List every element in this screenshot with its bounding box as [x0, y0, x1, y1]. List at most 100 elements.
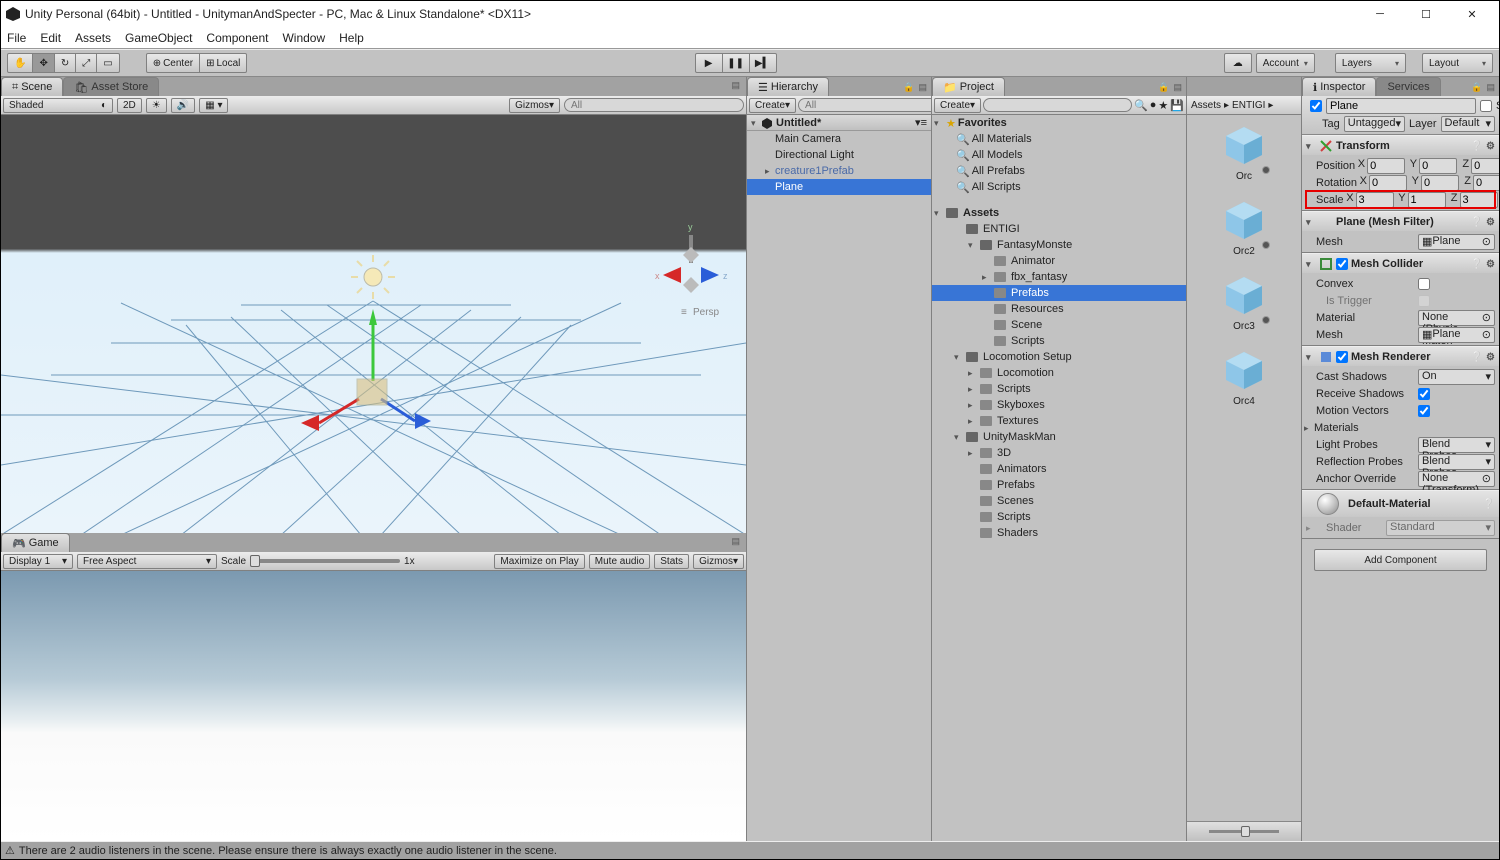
anchor-field[interactable]: None (Transform)⊙ [1418, 471, 1495, 487]
layers-dropdown[interactable]: Layers [1335, 53, 1406, 73]
services-tab[interactable]: Services [1376, 77, 1440, 96]
component-gear-icon[interactable] [1486, 216, 1495, 228]
scale-x[interactable] [1356, 192, 1394, 208]
panel-menu-icon[interactable] [918, 81, 927, 93]
fav-item[interactable]: 🔍All Prefabs [932, 163, 1186, 179]
asset-breadcrumb[interactable]: Assets▸ENTIGI▸ [1187, 96, 1301, 115]
receiveshadows-checkbox[interactable] [1418, 388, 1430, 400]
audio-toggle[interactable]: 🔊 [171, 98, 195, 113]
docs-icon[interactable] [1471, 351, 1483, 363]
docs-icon[interactable] [1471, 140, 1483, 152]
project-tree-item[interactable]: Animator [932, 253, 1186, 269]
asset-item[interactable]: Orc4 [1187, 346, 1301, 407]
menu-file[interactable]: File [7, 31, 26, 45]
pause-button[interactable]: ❚❚ [722, 53, 750, 73]
scale-slider[interactable] [250, 559, 400, 563]
collider-mesh-field[interactable]: ▦ Plane⊙ [1418, 327, 1495, 343]
rotation-z[interactable] [1473, 175, 1499, 191]
project-tree-item[interactable]: Locomotion [932, 365, 1186, 381]
hand-tool[interactable]: ✋ [7, 53, 33, 73]
fav-item[interactable]: 🔍All Materials [932, 131, 1186, 147]
search-filter-icon[interactable]: 🔍 [1134, 99, 1148, 112]
asset-item[interactable]: Orc3 [1187, 271, 1301, 332]
stats-toggle[interactable]: Stats [654, 554, 689, 569]
2d-toggle[interactable]: 2D [117, 98, 142, 113]
game-gizmos-dropdown[interactable]: Gizmos ▾ [693, 554, 744, 569]
menu-window[interactable]: Window [282, 31, 325, 45]
step-button[interactable]: ▶▍ [749, 53, 777, 73]
display-dropdown[interactable]: Display 1▾ [3, 554, 73, 569]
move-tool[interactable]: ✥ [32, 53, 54, 73]
project-tree-item[interactable]: FantasyMonste [932, 237, 1186, 253]
hierarchy-create[interactable]: Create ▾ [749, 98, 796, 113]
component-gear-icon[interactable] [1486, 258, 1495, 270]
menu-edit[interactable]: Edit [40, 31, 61, 45]
asset-item[interactable]: Orc [1187, 121, 1301, 182]
menu-help[interactable]: Help [339, 31, 364, 45]
project-tree-item[interactable]: Scripts [932, 381, 1186, 397]
motionvectors-checkbox[interactable] [1418, 405, 1430, 417]
scale-tool[interactable]: ⤢ [75, 53, 97, 73]
scene-tab[interactable]: ⌗Scene [1, 77, 63, 96]
castshadows-dropdown[interactable]: On▾ [1418, 369, 1495, 385]
save-search-icon[interactable]: 💾 [1170, 99, 1184, 112]
gizmos-dropdown[interactable]: Gizmos ▾ [509, 98, 560, 113]
hierarchy-item[interactable]: Main Camera [747, 131, 931, 147]
lock-icon[interactable] [1471, 81, 1482, 93]
asset-size-slider[interactable] [1209, 830, 1279, 833]
rotation-x[interactable] [1369, 175, 1407, 191]
project-tab[interactable]: 📁Project [932, 77, 1005, 96]
lightprobes-dropdown[interactable]: Blend Probes▾ [1418, 437, 1495, 453]
position-x[interactable] [1367, 158, 1405, 174]
lock-icon[interactable] [1158, 81, 1169, 93]
project-tree-item[interactable]: Skyboxes [932, 397, 1186, 413]
fx-toggle[interactable]: ▦ ▾ [199, 98, 228, 113]
shaded-dropdown[interactable]: Shaded◐ [3, 98, 113, 113]
scale-y[interactable] [1408, 192, 1446, 208]
lighting-toggle[interactable]: ☀ [146, 98, 167, 113]
hierarchy-tab[interactable]: ☰Hierarchy [747, 77, 829, 96]
fav-item[interactable]: 🔍All Scripts [932, 179, 1186, 195]
project-tree-item[interactable]: Scene [932, 317, 1186, 333]
minimize-button[interactable]: ─ [1357, 1, 1403, 27]
asset-store-tab[interactable]: 🛍Asset Store [63, 77, 159, 96]
project-tree-item[interactable]: Scenes [932, 493, 1186, 509]
project-tree-item[interactable]: Prefabs [932, 285, 1186, 301]
hierarchy-item-selected[interactable]: Plane [747, 179, 931, 195]
cloud-button[interactable]: ☁ [1224, 53, 1252, 73]
component-gear-icon[interactable] [1486, 140, 1495, 152]
position-y[interactable] [1419, 158, 1457, 174]
panel-menu-icon[interactable] [725, 77, 746, 96]
menu-gameobject[interactable]: GameObject [125, 31, 192, 45]
static-checkbox[interactable] [1480, 100, 1492, 112]
project-tree-item[interactable]: Scripts [932, 509, 1186, 525]
scale-z[interactable] [1460, 192, 1498, 208]
hierarchy-search[interactable] [798, 98, 944, 112]
docs-icon[interactable] [1483, 498, 1495, 510]
meshrenderer-enabled[interactable] [1336, 351, 1348, 363]
project-tree-item[interactable]: UnityMaskMan [932, 429, 1186, 445]
layout-dropdown[interactable]: Layout [1422, 53, 1493, 73]
menu-assets[interactable]: Assets [75, 31, 111, 45]
project-tree-item[interactable]: Animators [932, 461, 1186, 477]
project-search[interactable] [983, 98, 1132, 112]
hierarchy-item[interactable]: Directional Light [747, 147, 931, 163]
favorites-header[interactable]: ★Favorites [932, 115, 1186, 131]
project-tree-item[interactable]: ENTIGI [932, 221, 1186, 237]
filter-label-icon[interactable]: ★ [1158, 99, 1168, 112]
aspect-dropdown[interactable]: Free Aspect▾ [77, 554, 217, 569]
pivot-local-button[interactable]: ⊞Local [199, 53, 247, 73]
panel-menu-icon[interactable] [1486, 81, 1495, 93]
assets-header[interactable]: Assets [932, 205, 1186, 221]
project-tree-item[interactable]: Prefabs [932, 477, 1186, 493]
physic-material-field[interactable]: None (Physic Materi⊙ [1418, 310, 1495, 326]
mesh-field[interactable]: ▦ Plane⊙ [1418, 234, 1495, 250]
pivot-center-button[interactable]: ⊕Center [146, 53, 200, 73]
fav-item[interactable]: 🔍All Models [932, 147, 1186, 163]
project-tree-item[interactable]: fbx_fantasy [932, 269, 1186, 285]
game-view[interactable] [1, 571, 746, 841]
project-tree-item[interactable]: 3D [932, 445, 1186, 461]
panel-menu-icon[interactable] [1173, 81, 1182, 93]
mute-toggle[interactable]: Mute audio [589, 554, 650, 569]
rotate-tool[interactable]: ↻ [54, 53, 76, 73]
